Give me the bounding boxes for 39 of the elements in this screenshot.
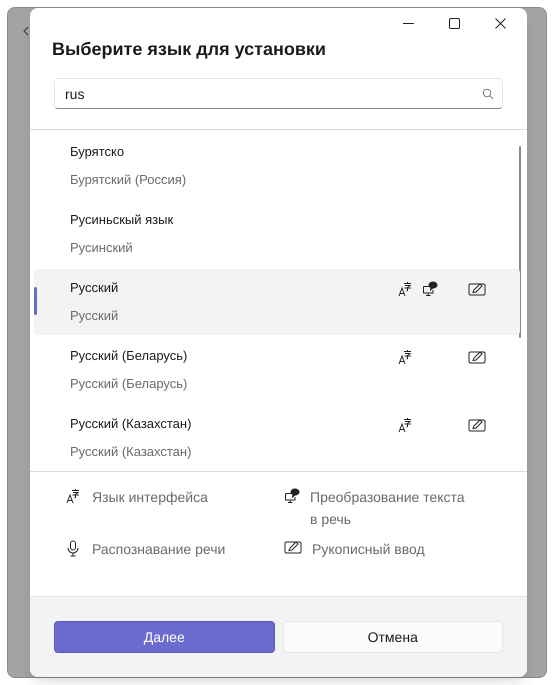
language-native-name: Русский (70, 307, 118, 325)
language-native-name: Русинский (70, 239, 133, 257)
close-icon[interactable] (494, 18, 506, 28)
pen-box-icon (468, 350, 486, 364)
monitor-speech-icon (422, 281, 438, 297)
dialog-title: Выберите язык для установки (52, 38, 327, 61)
font-language-icon (398, 281, 412, 297)
language-name: Русский (Беларусь) (70, 347, 188, 365)
language-item[interactable]: Русиньскый язык Русинский (34, 201, 520, 267)
legend-label: Рукописный ввод (312, 540, 425, 559)
language-item[interactable]: Русский (Беларусь) Русский (Беларусь) (34, 337, 520, 403)
language-name: Русиньскый язык (70, 211, 174, 229)
selection-indicator (34, 287, 37, 315)
cancel-button[interactable]: Отмена (282, 621, 503, 653)
language-name: Русский (70, 279, 118, 297)
minimize-icon[interactable] (402, 22, 414, 24)
next-button[interactable]: Далее (54, 621, 274, 653)
pen-box-icon (468, 282, 486, 296)
font-language-icon (398, 349, 412, 365)
language-item[interactable]: Русский (Казахстан) Русский (Казахстан) (34, 405, 520, 471)
language-name: Русский (Казахстан) (70, 415, 192, 433)
legend-label: Распознавание речи (92, 540, 226, 559)
language-name: Бурятско (70, 143, 124, 161)
microphone-icon (67, 540, 79, 557)
pen-box-icon (284, 540, 302, 554)
search-icon (482, 88, 494, 100)
monitor-speech-icon (284, 488, 300, 504)
legend-label: Преобразование текста в речь (310, 488, 466, 529)
language-native-name: Русский (Казахстан) (70, 443, 192, 461)
maximize-icon[interactable] (448, 18, 460, 28)
font-language-icon (66, 488, 80, 504)
language-item[interactable]: Русский Русский (34, 269, 520, 335)
language-native-name: Бурятский (Россия) (70, 171, 186, 189)
font-language-icon (398, 417, 412, 433)
legend-label: Язык интерфейса (92, 488, 208, 507)
language-item[interactable]: Бурятско Бурятский (Россия) (34, 133, 520, 199)
language-native-name: Русский (Беларусь) (70, 375, 188, 393)
pen-box-icon (468, 418, 486, 432)
search-field[interactable]: rus (54, 78, 503, 109)
